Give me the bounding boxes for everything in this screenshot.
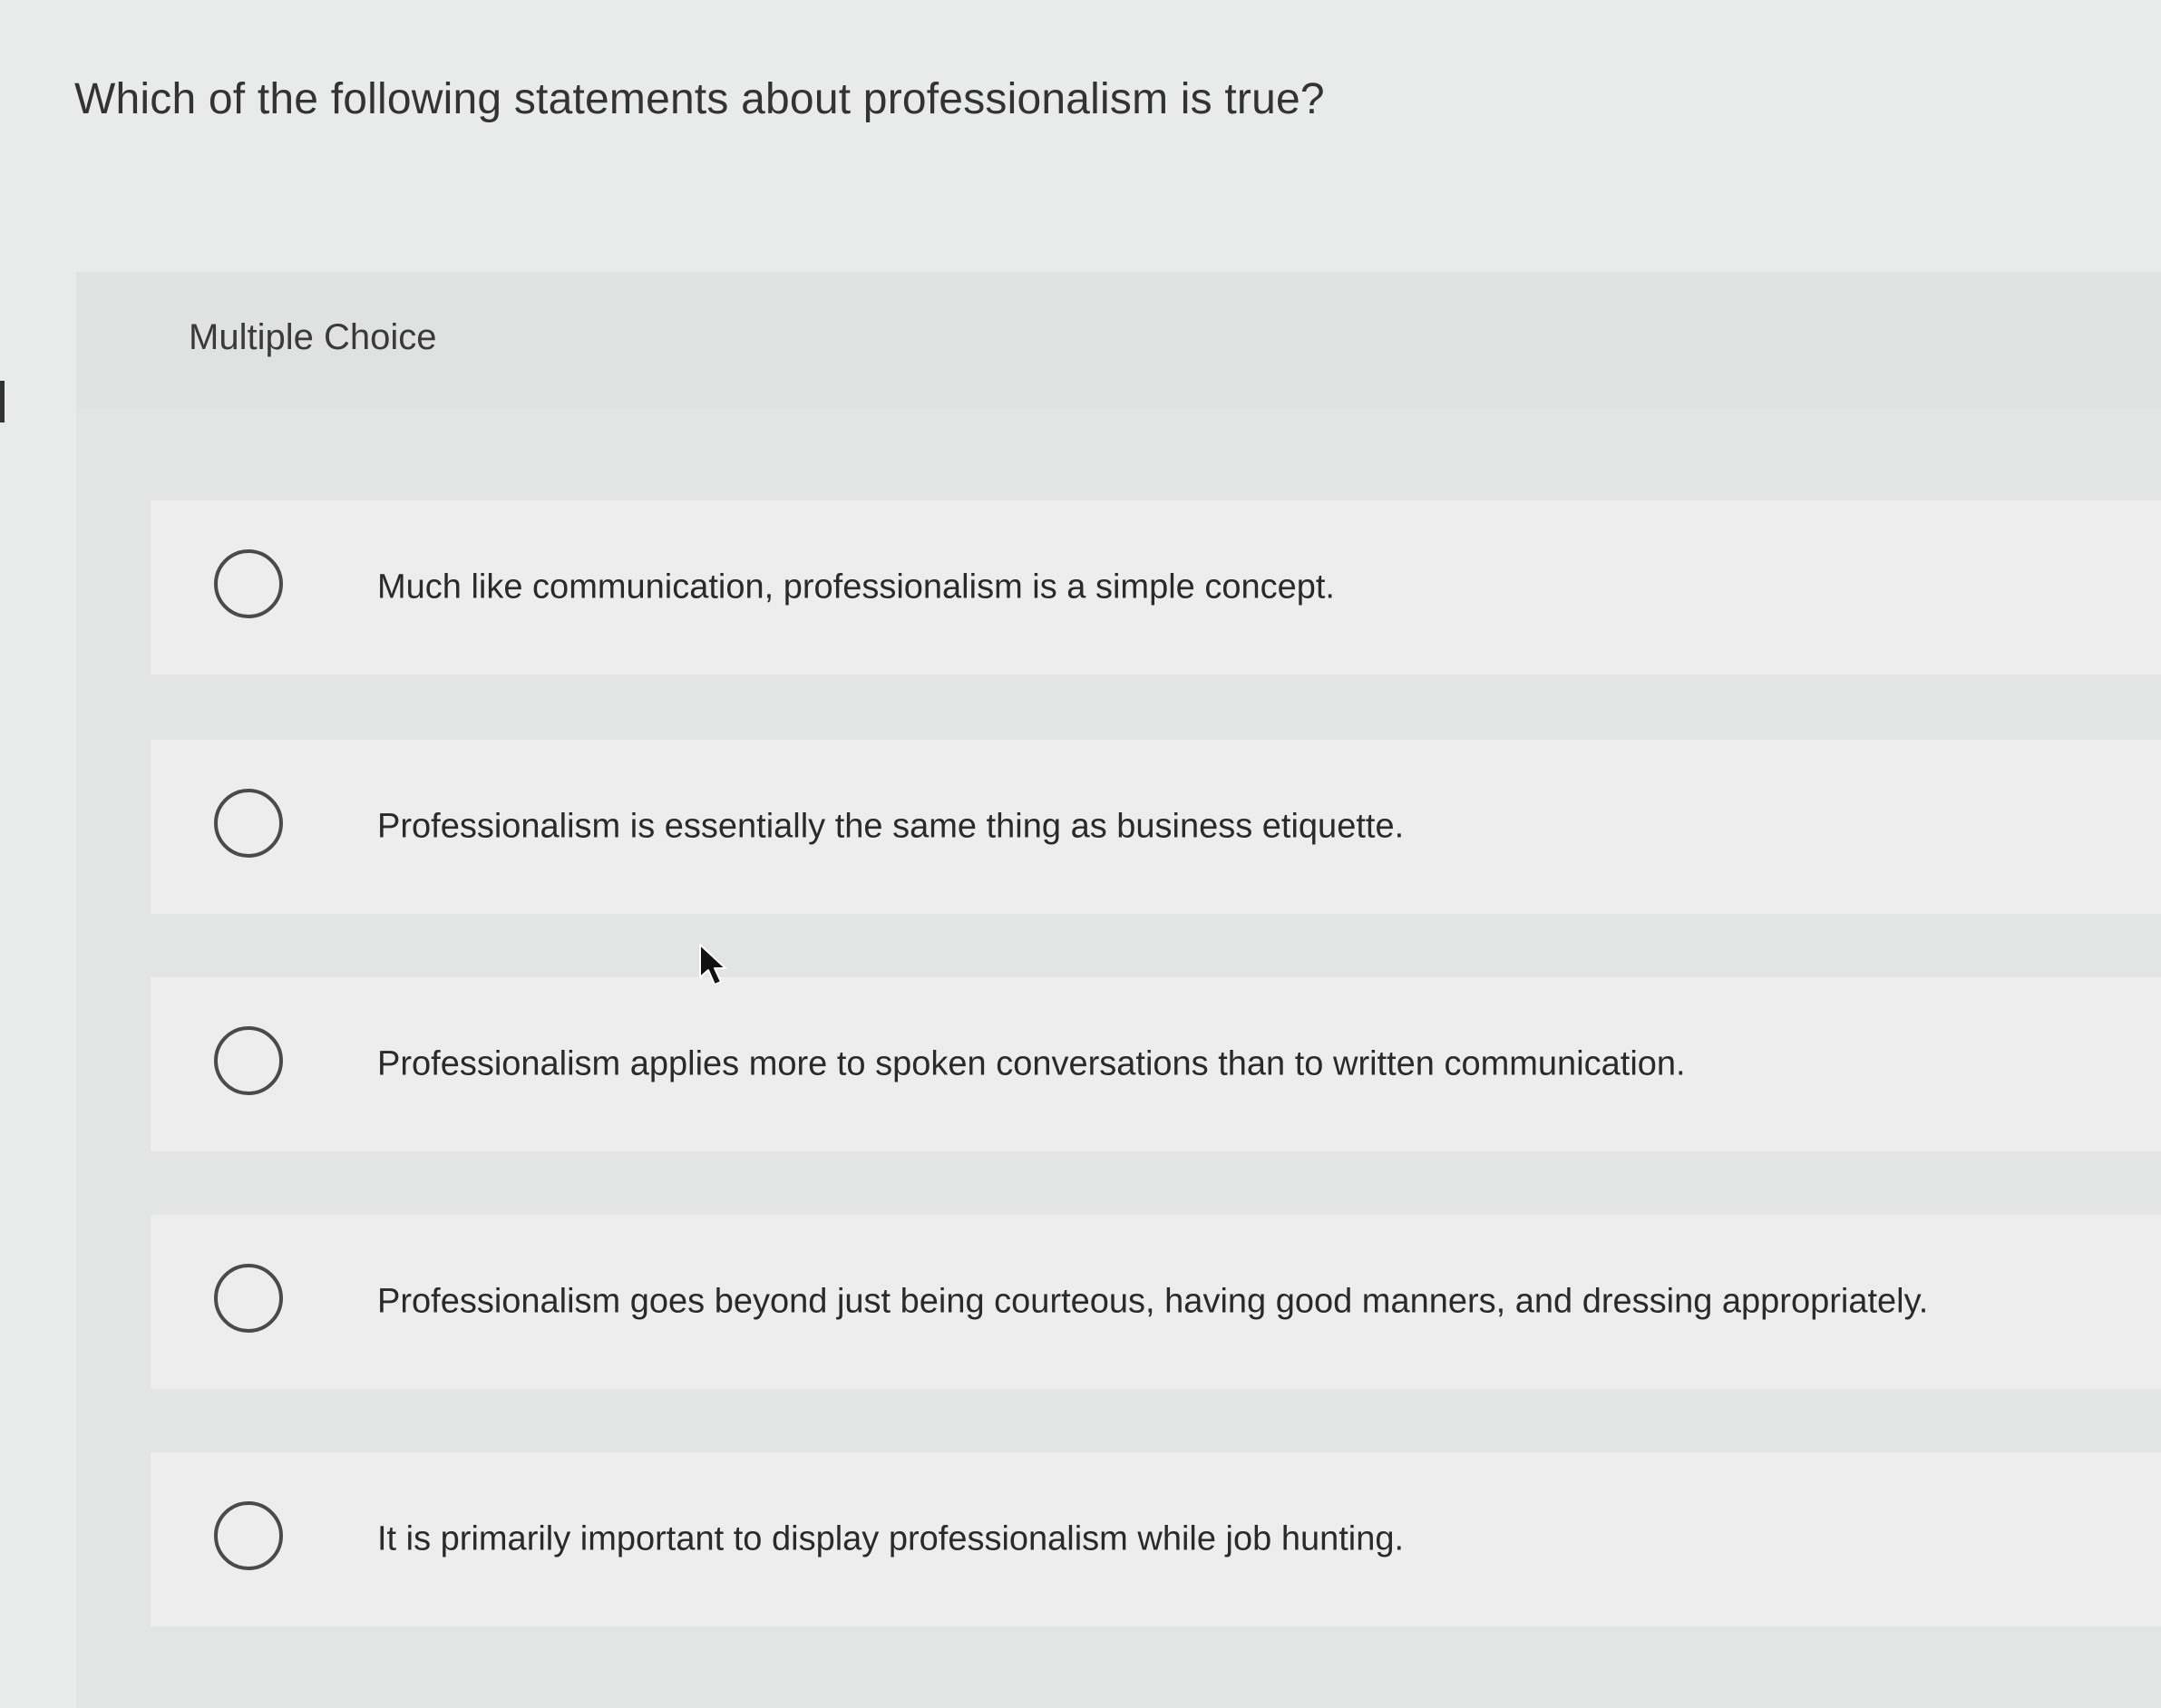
answer-option-4[interactable]: Professionalism goes beyond just being c… [151, 1215, 2161, 1389]
radio-unselected-icon[interactable] [214, 789, 283, 858]
answer-option-2[interactable]: Professionalism is essentially the same … [151, 740, 2161, 914]
radio-unselected-icon[interactable] [214, 1264, 283, 1333]
answer-option-label[interactable]: Much like communication, professionalism… [377, 568, 1335, 607]
answer-option-label[interactable]: Professionalism applies more to spoken c… [377, 1045, 1686, 1084]
answer-option-label[interactable]: It is primarily important to display pro… [377, 1520, 1404, 1559]
question-prompt: Which of the following statements about … [74, 75, 1325, 123]
answer-panel: Multiple Choice Much like communication,… [76, 272, 2161, 1708]
window-edge-marker [0, 381, 5, 422]
radio-unselected-icon[interactable] [214, 549, 283, 618]
answer-option-label[interactable]: Professionalism is essentially the same … [377, 808, 1404, 847]
question-type-label: Multiple Choice [189, 317, 437, 357]
mouse-pointer-icon [699, 944, 726, 985]
answer-option-5[interactable]: It is primarily important to display pro… [151, 1452, 2161, 1626]
radio-unselected-icon[interactable] [214, 1026, 283, 1095]
answer-option-1[interactable]: Much like communication, professionalism… [151, 500, 2161, 674]
answer-option-3[interactable]: Professionalism applies more to spoken c… [151, 977, 2161, 1151]
radio-unselected-icon[interactable] [214, 1501, 283, 1570]
answer-option-label[interactable]: Professionalism goes beyond just being c… [377, 1283, 1928, 1322]
answer-panel-header: Multiple Choice [76, 272, 2161, 408]
